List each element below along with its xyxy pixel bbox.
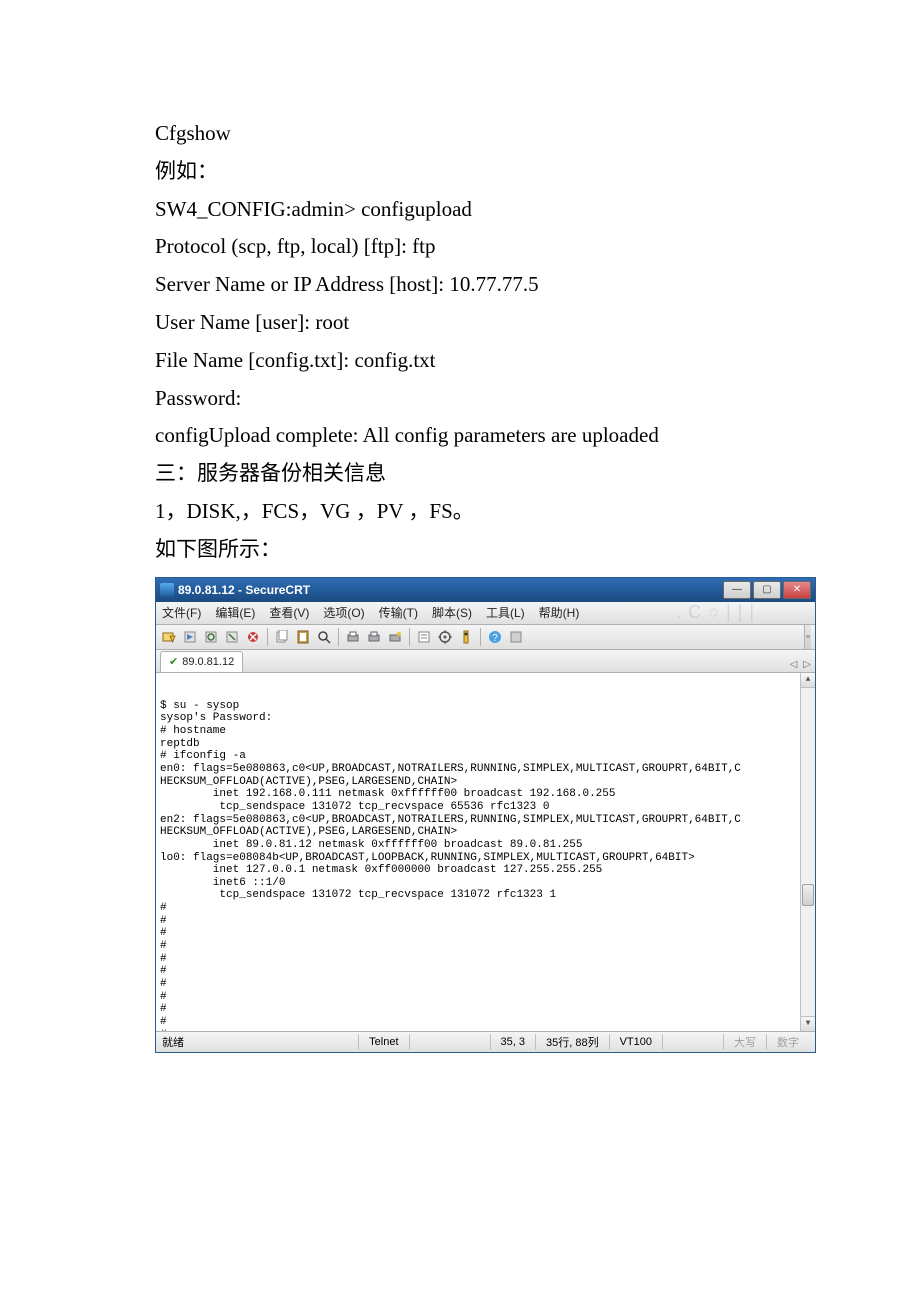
toggle-icon[interactable] (457, 628, 475, 646)
menu-view[interactable]: 查看(V) (269, 604, 309, 621)
vertical-scrollbar[interactable]: ▲ ▼ (800, 673, 815, 1031)
doc-line-9: configUpload complete: All config parame… (155, 417, 765, 455)
menu-transfer[interactable]: 传输(T) (379, 604, 418, 621)
doc-line-2: 例如： (155, 153, 765, 191)
doc-line-11: 1，DISK,，FCS，VG ，PV ，FS。 (155, 493, 765, 531)
status-protocol: Telnet (358, 1034, 408, 1050)
session-tab[interactable]: ✔ 89.0.81.12 (160, 651, 243, 672)
doc-line-3: SW4_CONFIG:admin> configupload (155, 191, 765, 229)
menu-edit[interactable]: 编辑(E) (215, 604, 255, 621)
menu-script[interactable]: 脚本(S) (432, 604, 472, 621)
doc-line-7: File Name [config.txt]: config.txt (155, 342, 765, 380)
copy-icon[interactable] (273, 628, 291, 646)
doc-line-12: 如下图所示： (155, 531, 765, 569)
toolbar-overflow-icon[interactable]: ≡ (804, 625, 811, 649)
find-icon[interactable] (315, 628, 333, 646)
doc-line-6: User Name [user]: root (155, 304, 765, 342)
doc-line-8: Password: (155, 380, 765, 418)
titlebar[interactable]: 89.0.81.12 - SecureCRT — ▢ ✕ (156, 578, 815, 602)
minimize-button[interactable]: — (723, 581, 751, 599)
securecrt-window: 89.0.81.12 - SecureCRT — ▢ ✕ 文件(F) 编辑(E)… (155, 577, 816, 1053)
menu-options[interactable]: 选项(O) (323, 604, 364, 621)
tab-scroll-right-icon[interactable]: ▷ (803, 659, 811, 670)
doc-line-5: Server Name or IP Address [host]: 10.77.… (155, 266, 765, 304)
print-setup-icon[interactable] (386, 628, 404, 646)
connect-icon[interactable] (181, 628, 199, 646)
doc-line-1: Cfgshow (155, 115, 765, 153)
status-cursor-pos: 35, 3 (490, 1034, 535, 1050)
about-icon[interactable] (507, 628, 525, 646)
tabbar: ✔ 89.0.81.12 ◁ ▷ (156, 650, 815, 673)
session-options-icon[interactable] (415, 628, 433, 646)
global-options-icon[interactable] (436, 628, 454, 646)
toolbar-separator (480, 628, 481, 646)
paste-icon[interactable] (294, 628, 312, 646)
maximize-button[interactable]: ▢ (753, 581, 781, 599)
quick-connect-icon[interactable] (160, 628, 178, 646)
scroll-down-icon[interactable]: ▼ (801, 1016, 815, 1031)
scroll-up-icon[interactable]: ▲ (801, 673, 815, 688)
reconnect-icon[interactable] (202, 628, 220, 646)
toolbar-separator (267, 628, 268, 646)
status-capslock: 大写 (723, 1034, 766, 1050)
app-icon (160, 583, 174, 597)
help-icon[interactable]: ? (486, 628, 504, 646)
toolbar: ? ≡ (156, 625, 815, 650)
toolbar-separator (409, 628, 410, 646)
connected-indicator-icon: ✔ (169, 655, 178, 668)
menu-file[interactable]: 文件(F) (162, 604, 201, 621)
status-numlock: 数字 (766, 1034, 809, 1050)
print-selection-icon[interactable] (365, 628, 383, 646)
print-icon[interactable] (344, 628, 362, 646)
window-title: 89.0.81.12 - SecureCRT (178, 583, 310, 597)
menu-help[interactable]: 帮助(H) (539, 604, 580, 621)
disconnect-icon[interactable] (223, 628, 241, 646)
toolbar-separator (338, 628, 339, 646)
menubar: 文件(F) 编辑(E) 查看(V) 选项(O) 传输(T) 脚本(S) 工具(L… (156, 602, 815, 625)
doc-line-4: Protocol (scp, ftp, local) [ftp]: ftp (155, 228, 765, 266)
status-ready: 就绪 (162, 1034, 322, 1050)
tab-scroll-left-icon[interactable]: ◁ (790, 659, 798, 670)
statusbar: 就绪 Telnet 35, 3 35行, 88列 VT100 大写 数字 (156, 1031, 815, 1052)
terminal-output: $ su - sysop sysop's Password: # hostnam… (160, 700, 811, 1031)
scroll-track[interactable] (801, 688, 815, 1016)
status-termtype: VT100 (609, 1034, 662, 1050)
svg-text:?: ? (492, 633, 498, 644)
close-button[interactable]: ✕ (783, 581, 811, 599)
scroll-thumb[interactable] (802, 884, 814, 906)
doc-heading-section3: 三：服务器备份相关信息 (155, 455, 765, 493)
menu-tools[interactable]: 工具(L) (486, 604, 525, 621)
status-dimensions: 35行, 88列 (535, 1034, 609, 1050)
watermark: . C ○ | | | (676, 602, 755, 623)
terminal-view[interactable]: $ su - sysop sysop's Password: # hostnam… (156, 673, 815, 1031)
cancel-icon[interactable] (244, 628, 262, 646)
tab-label: 89.0.81.12 (182, 656, 234, 668)
